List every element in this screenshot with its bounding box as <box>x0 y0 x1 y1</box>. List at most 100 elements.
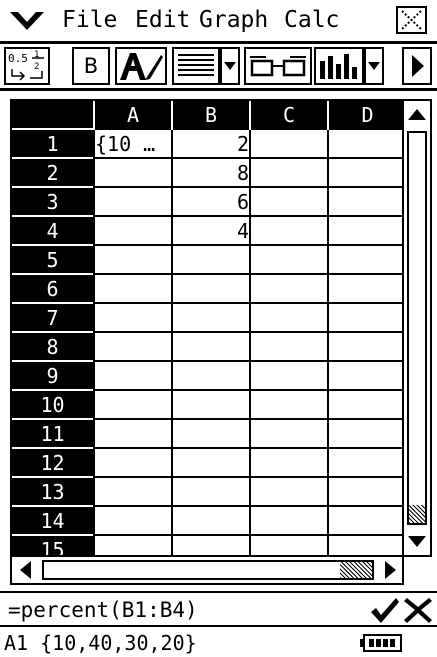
cancel-x-icon[interactable] <box>402 594 435 626</box>
toolbar-next-button[interactable] <box>402 47 432 85</box>
cell-a15[interactable] <box>93 534 172 555</box>
cell-a1[interactable]: {10 … <box>93 128 172 158</box>
cell-a8[interactable] <box>93 331 172 361</box>
menu-calc[interactable]: Calc <box>284 6 339 34</box>
row-header[interactable]: 7 <box>12 302 94 332</box>
row-header[interactable]: 3 <box>12 186 94 216</box>
cell-a9[interactable] <box>93 360 172 390</box>
cell-a7[interactable] <box>93 302 172 332</box>
row-header[interactable]: 8 <box>12 331 94 361</box>
cell-d15[interactable] <box>327 534 402 555</box>
scroll-down-arrow-icon[interactable] <box>404 527 430 555</box>
horizontal-scroll-thumb[interactable] <box>340 562 372 578</box>
cell-c13[interactable] <box>249 476 328 506</box>
cell-c11[interactable] <box>249 418 328 448</box>
cell-d5[interactable] <box>327 244 402 274</box>
cell-a12[interactable] <box>93 447 172 477</box>
column-header-b[interactable]: B <box>171 101 250 129</box>
fraction-decimal-button[interactable]: 0.5 1 2 <box>4 47 50 85</box>
cell-b13[interactable] <box>171 476 250 506</box>
vertical-scroll-track[interactable] <box>407 131 427 525</box>
cell-d7[interactable] <box>327 302 402 332</box>
cell-c14[interactable] <box>249 505 328 535</box>
row-header[interactable]: 6 <box>12 273 94 303</box>
chevron-down-icon[interactable] <box>8 9 46 33</box>
cell-b14[interactable] <box>171 505 250 535</box>
cell-a2[interactable] <box>93 157 172 187</box>
align-dropdown[interactable] <box>220 47 240 85</box>
cell-d9[interactable] <box>327 360 402 390</box>
column-header-d[interactable]: D <box>327 101 402 129</box>
corner-cell[interactable] <box>12 101 94 129</box>
text-format-button[interactable] <box>115 47 167 85</box>
scroll-up-arrow-icon[interactable] <box>404 101 430 129</box>
formula-input[interactable] <box>8 595 358 625</box>
cell-d12[interactable] <box>327 447 402 477</box>
column-header-c[interactable]: C <box>249 101 328 129</box>
cell-d8[interactable] <box>327 331 402 361</box>
cell-c12[interactable] <box>249 447 328 477</box>
graph-button[interactable] <box>314 47 364 85</box>
cell-b5[interactable] <box>171 244 250 274</box>
cell-b6[interactable] <box>171 273 250 303</box>
cell-d6[interactable] <box>327 273 402 303</box>
cell-a11[interactable] <box>93 418 172 448</box>
cell-c4[interactable] <box>249 215 328 245</box>
cell-b9[interactable] <box>171 360 250 390</box>
vertical-scroll-thumb[interactable] <box>409 505 425 523</box>
cell-d4[interactable] <box>327 215 402 245</box>
cell-c2[interactable] <box>249 157 328 187</box>
cell-b2[interactable]: 8 <box>171 157 250 187</box>
cell-c8[interactable] <box>249 331 328 361</box>
vertical-scrollbar[interactable] <box>404 99 432 557</box>
row-header[interactable]: 14 <box>12 505 94 535</box>
cell-b3[interactable]: 6 <box>171 186 250 216</box>
cell-c10[interactable] <box>249 389 328 419</box>
scroll-right-arrow-icon[interactable] <box>376 557 404 583</box>
row-header[interactable]: 9 <box>12 360 94 390</box>
cell-a6[interactable] <box>93 273 172 303</box>
cell-b10[interactable] <box>171 389 250 419</box>
checkmark-icon[interactable] <box>368 594 401 626</box>
cell-d13[interactable] <box>327 476 402 506</box>
row-header[interactable]: 11 <box>12 418 94 448</box>
cell-b8[interactable] <box>171 331 250 361</box>
cell-c9[interactable] <box>249 360 328 390</box>
row-header[interactable]: 1 <box>12 128 94 158</box>
menu-edit[interactable]: Edit <box>135 6 190 34</box>
column-header-a[interactable]: A <box>93 101 172 129</box>
cell-b11[interactable] <box>171 418 250 448</box>
graph-dropdown[interactable] <box>364 47 384 85</box>
cell-b4[interactable]: 4 <box>171 215 250 245</box>
cell-b12[interactable] <box>171 447 250 477</box>
cell-c1[interactable] <box>249 128 328 158</box>
cell-c6[interactable] <box>249 273 328 303</box>
cell-d2[interactable] <box>327 157 402 187</box>
menu-graph[interactable]: Graph <box>199 6 268 34</box>
cell-c3[interactable] <box>249 186 328 216</box>
menu-file[interactable]: File <box>62 6 117 34</box>
row-header[interactable]: 15 <box>12 534 94 555</box>
align-button[interactable] <box>172 47 220 85</box>
cell-a14[interactable] <box>93 505 172 535</box>
cell-a5[interactable] <box>93 244 172 274</box>
cell-d10[interactable] <box>327 389 402 419</box>
cell-d11[interactable] <box>327 418 402 448</box>
cell-b15[interactable] <box>171 534 250 555</box>
cell-a13[interactable] <box>93 476 172 506</box>
row-header[interactable]: 10 <box>12 389 94 419</box>
row-header[interactable]: 13 <box>12 476 94 506</box>
row-header[interactable]: 2 <box>12 157 94 187</box>
scroll-left-arrow-icon[interactable] <box>12 557 40 583</box>
cell-c5[interactable] <box>249 244 328 274</box>
row-header[interactable]: 4 <box>12 215 94 245</box>
cell-d14[interactable] <box>327 505 402 535</box>
cell-d3[interactable] <box>327 186 402 216</box>
cell-d1[interactable] <box>327 128 402 158</box>
cell-c15[interactable] <box>249 534 328 555</box>
row-header[interactable]: 12 <box>12 447 94 477</box>
cell-a4[interactable] <box>93 215 172 245</box>
cell-c7[interactable] <box>249 302 328 332</box>
horizontal-scrollbar[interactable] <box>10 557 404 585</box>
cell-b1[interactable]: 2 <box>171 128 250 158</box>
